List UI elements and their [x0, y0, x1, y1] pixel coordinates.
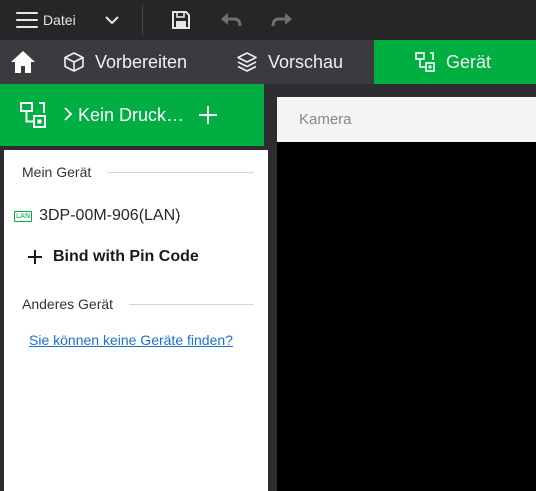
device-list-panel: Mein Gerät LAN 3DP-00M-906(LAN) Bind wit…: [4, 150, 268, 491]
other-device-section: Anderes Gerät: [22, 296, 254, 312]
printer-selector[interactable]: Kein Druck…: [0, 84, 264, 146]
undo-icon[interactable]: [219, 8, 243, 32]
redo-icon[interactable]: [270, 8, 294, 32]
tab-prepare[interactable]: Vorbereiten: [46, 40, 220, 84]
plus-icon: [28, 250, 42, 264]
cannot-find-devices-link[interactable]: Sie können keine Geräte finden?: [29, 332, 233, 348]
printer-name: Kein Druck…: [78, 104, 185, 125]
bind-with-pin-button[interactable]: Bind with Pin Code: [28, 248, 199, 266]
tab-preview-label: Vorschau: [268, 51, 344, 72]
chevron-right-icon: [64, 105, 73, 126]
home-icon[interactable]: [0, 40, 46, 84]
file-menu-label[interactable]: Datei: [43, 12, 76, 28]
camera-view: [277, 142, 536, 491]
lan-badge: LAN: [14, 210, 33, 222]
other-device-heading: Anderes Gerät: [22, 296, 114, 312]
save-icon[interactable]: [169, 8, 193, 32]
divider: [107, 171, 254, 173]
menu-separator: [141, 5, 143, 35]
tab-preview[interactable]: Vorschau: [220, 40, 374, 84]
camera-title: Kamera: [299, 111, 352, 128]
add-printer-icon[interactable]: [198, 105, 218, 125]
menu-bar: Datei: [0, 0, 536, 40]
tab-device-label: Gerät: [446, 51, 492, 72]
cube-icon: [63, 51, 85, 73]
my-device-section: Mein Gerät: [22, 164, 254, 180]
printer-device-icon: [18, 100, 48, 130]
chevron-down-icon[interactable]: [104, 12, 120, 28]
tab-prepare-label: Vorbereiten: [95, 51, 188, 72]
camera-header: Kamera: [277, 97, 536, 142]
tab-device[interactable]: Gerät: [374, 40, 536, 84]
bind-with-pin-label: Bind with Pin Code: [53, 248, 199, 265]
device-list-item[interactable]: LAN 3DP-00M-906(LAN): [14, 207, 180, 225]
device-icon: [414, 51, 436, 73]
device-name: 3DP-00M-906(LAN): [39, 207, 181, 224]
hamburger-icon[interactable]: [16, 12, 38, 28]
my-device-heading: Mein Gerät: [22, 164, 92, 180]
layers-icon: [236, 51, 258, 73]
divider: [129, 303, 254, 305]
main-tab-bar: Vorbereiten Vorschau Gerät: [0, 40, 536, 84]
